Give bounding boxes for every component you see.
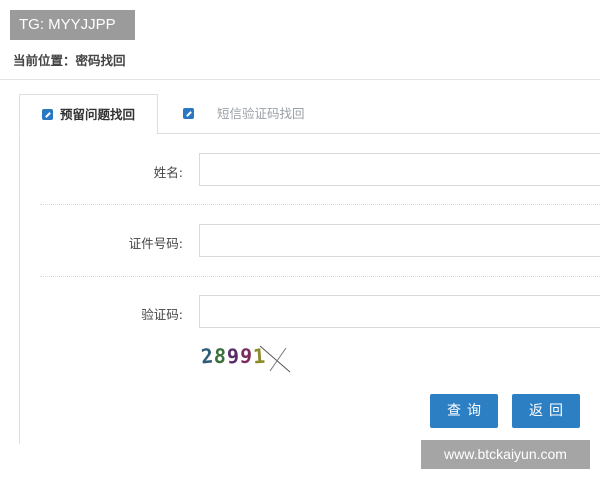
tab-security-question-label: 预留问题找回 bbox=[60, 107, 136, 122]
tab-security-question[interactable]: 预留问题找回 bbox=[19, 94, 158, 135]
captcha-label: 验证码: bbox=[141, 307, 183, 322]
password-recovery-panel: 预留问题找回 短信验证码找回 姓名: 证件号码: 验证码: 28991 查询 返… bbox=[19, 94, 600, 444]
tab-bar: 预留问题找回 短信验证码找回 bbox=[19, 94, 600, 135]
captcha-noise-lines bbox=[259, 345, 291, 373]
row-divider bbox=[40, 204, 600, 205]
tg-watermark-badge: TG: MYYJJPP bbox=[10, 10, 135, 40]
tab-sms-code-label: 短信验证码找回 bbox=[217, 106, 305, 121]
captcha-input[interactable] bbox=[199, 295, 600, 328]
name-input[interactable] bbox=[199, 153, 600, 186]
name-label: 姓名: bbox=[153, 165, 183, 180]
back-button[interactable]: 返回 bbox=[512, 394, 580, 428]
captcha-image[interactable]: 28991 bbox=[200, 343, 293, 374]
top-divider bbox=[0, 79, 600, 80]
id-number-input[interactable] bbox=[199, 224, 600, 257]
tab-sms-code[interactable]: 短信验证码找回 bbox=[177, 94, 305, 134]
phone-icon bbox=[183, 108, 194, 119]
site-watermark: www.btckaiyun.com bbox=[421, 440, 590, 469]
breadcrumb: 当前位置：密码找回 bbox=[13, 53, 126, 68]
edit-icon bbox=[42, 109, 53, 120]
id-number-label: 证件号码: bbox=[128, 236, 183, 251]
row-divider bbox=[40, 276, 600, 277]
query-button[interactable]: 查询 bbox=[430, 394, 498, 428]
